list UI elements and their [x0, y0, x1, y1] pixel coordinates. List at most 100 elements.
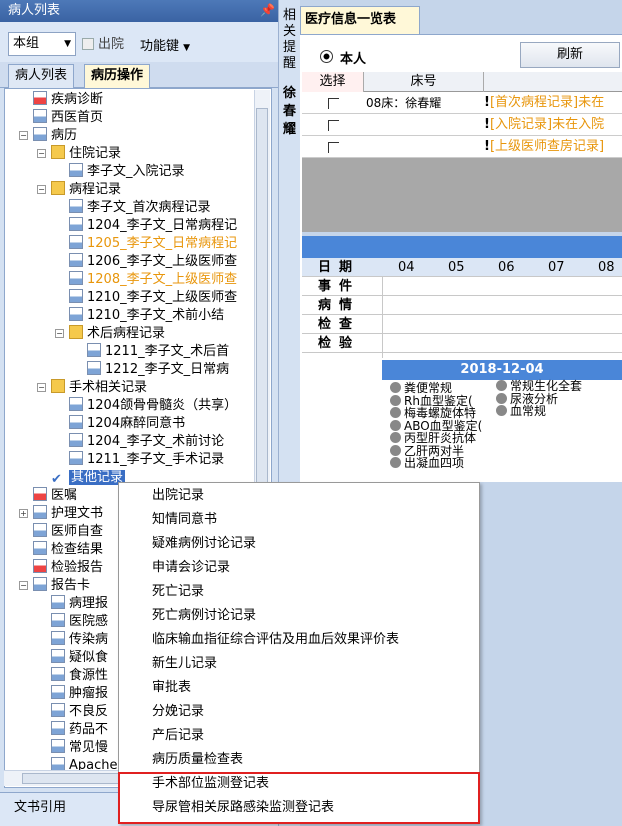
document-icon — [51, 631, 65, 645]
menu-item[interactable]: 产后记录 — [152, 726, 204, 746]
cal-day[interactable]: 06 — [498, 258, 515, 277]
tree-node[interactable]: 1204_李子文_术前讨论 — [69, 433, 224, 451]
tree-node[interactable]: 病理报 — [51, 595, 108, 613]
tree-node[interactable]: 1210_李子文_上级医师查 — [69, 289, 237, 307]
tree-node[interactable]: 医院感 — [51, 613, 108, 631]
check-icon: ✔ — [51, 472, 62, 487]
row-checkbox[interactable] — [328, 98, 339, 109]
lab-item[interactable]: ABO血型鉴定( — [390, 419, 482, 432]
tree-node[interactable]: 传染病 — [51, 631, 108, 649]
tree-node[interactable]: 1210_李子文_术前小结 — [69, 307, 224, 325]
tree-node[interactable]: 药品不 — [51, 721, 108, 739]
tree-node-label: 药品不 — [69, 722, 109, 737]
tree-node[interactable]: 1204颌骨骨髓炎（共享） — [69, 397, 237, 415]
document-icon — [33, 523, 47, 537]
tree-node[interactable]: 疾病诊断 — [33, 91, 103, 109]
expand-toggle[interactable]: + — [19, 509, 28, 518]
tree-node[interactable]: 手术相关记录 — [51, 379, 147, 397]
tree-node[interactable]: 李子文_入院记录 — [69, 163, 185, 181]
reminder-char: 提 — [283, 40, 297, 55]
tree-node[interactable]: 1211_李子文_术后首 — [87, 343, 229, 361]
tree-node[interactable]: 不良反 — [51, 703, 108, 721]
tree-node[interactable]: 常见慢 — [51, 739, 108, 757]
lab-item[interactable]: 血常规 — [496, 405, 546, 417]
collapse-toggle[interactable]: − — [55, 329, 64, 338]
tree-node[interactable]: 1211_李子文_手术记录 — [69, 451, 224, 469]
tree-node[interactable]: 李子文_首次病程记录 — [69, 199, 211, 217]
row-checkbox[interactable] — [328, 120, 339, 131]
tree-node[interactable]: 1204_李子文_日常病程记 — [69, 217, 237, 235]
tree-node[interactable]: 术后病程记录 — [69, 325, 165, 343]
circle-icon — [496, 392, 507, 404]
tree-node[interactable]: 食源性 — [51, 667, 108, 685]
tree-node[interactable]: 医嘱 — [33, 487, 77, 505]
document-icon — [69, 415, 83, 429]
tree-node[interactable]: 西医首页 — [33, 109, 103, 127]
tree-node[interactable]: 1208_李子文_上级医师查 — [69, 271, 237, 289]
menu-item[interactable]: 疑难病例讨论记录 — [152, 534, 256, 554]
lab-item[interactable]: 粪便常规 — [390, 382, 452, 394]
collapse-toggle[interactable]: − — [19, 131, 28, 140]
collapse-toggle[interactable]: − — [19, 581, 28, 590]
menu-item[interactable]: 审批表 — [152, 678, 191, 698]
collapse-toggle[interactable]: − — [37, 185, 46, 194]
collapse-toggle[interactable]: − — [37, 149, 46, 158]
cal-day[interactable]: 07 — [548, 258, 565, 277]
tab-patient-list[interactable]: 病人列表 — [8, 64, 75, 88]
document-icon — [51, 613, 65, 627]
tree-node[interactable]: 报告卡 — [33, 577, 90, 595]
tree-node[interactable]: 1212_李子文_日常病 — [87, 361, 229, 379]
self-radio[interactable] — [320, 50, 333, 63]
document-icon — [69, 289, 83, 303]
doc-reference-label[interactable]: 文书引用 — [14, 796, 66, 815]
menu-item[interactable]: 申请会诊记录 — [152, 558, 230, 578]
function-keys-menu[interactable]: 功能键 ▼ — [140, 35, 190, 54]
menu-item[interactable]: 分娩记录 — [152, 702, 204, 722]
tree-node[interactable]: 病历 — [33, 127, 77, 145]
lab-item[interactable]: 出凝血四项 — [390, 457, 464, 469]
lab-item[interactable]: 丙型肝炎抗体 — [390, 432, 476, 444]
tree-node[interactable]: 疑似食 — [51, 649, 108, 667]
document-icon — [33, 91, 47, 105]
circle-icon — [496, 405, 507, 416]
tree-node-label: 常见慢 — [69, 740, 109, 755]
tree-node[interactable]: 护理文书 — [33, 505, 103, 523]
tree-node[interactable]: ✔ 其他记录 — [51, 469, 126, 487]
tree-node[interactable]: 住院记录 — [51, 145, 121, 163]
tree-node[interactable]: 肿瘤报 — [51, 685, 108, 703]
tree-node[interactable]: 1206_李子文_上级医师查 — [69, 253, 237, 271]
document-icon — [33, 487, 47, 501]
lab-item[interactable]: 梅毒螺旋体特 — [390, 407, 476, 419]
row-note: ![入院记录]未在入院 — [484, 117, 605, 132]
menu-item[interactable]: 死亡病例讨论记录 — [152, 606, 256, 626]
collapse-toggle[interactable]: − — [37, 383, 46, 392]
tree-node-label: 李子文_入院记录 — [87, 164, 185, 179]
tree-node[interactable]: 1204麻醉同意书 — [69, 415, 185, 433]
menu-item[interactable]: 知情同意书 — [152, 510, 217, 530]
cal-day[interactable]: 05 — [448, 258, 465, 277]
menu-item[interactable]: 新生儿记录 — [152, 654, 217, 674]
tree-node[interactable]: 1205_李子文_日常病程记 — [69, 235, 237, 253]
cal-day[interactable]: 08 — [598, 258, 615, 277]
lab-item[interactable]: 常规生化全套 — [496, 380, 582, 392]
tab-medical-overview[interactable]: 医疗信息一览表 — [300, 6, 420, 34]
tree-node[interactable]: 病程记录 — [51, 181, 121, 199]
tree-node[interactable]: 检验报告 — [33, 559, 103, 577]
menu-item[interactable]: 出院记录 — [152, 486, 204, 506]
menu-item[interactable]: 临床输血指征综合评估及用血后效果评价表 — [152, 630, 399, 650]
menu-item[interactable]: 死亡记录 — [152, 582, 204, 602]
tree-node[interactable]: 检查结果 — [33, 541, 103, 559]
scope-select[interactable]: 本组 ▼ — [8, 32, 76, 56]
discharge-checkbox[interactable] — [82, 38, 94, 50]
lab-item[interactable]: 尿液分析 — [496, 392, 558, 405]
cal-day[interactable]: 04 — [398, 258, 415, 277]
tree-node[interactable]: 医师自查 — [33, 523, 103, 541]
lab-item[interactable]: Rh血型鉴定( — [390, 394, 473, 407]
refresh-button[interactable]: 刷新 — [520, 42, 620, 68]
lab-item[interactable]: 乙肝两对半 — [390, 444, 464, 457]
row-checkbox[interactable] — [328, 142, 339, 153]
tab-record-ops[interactable]: 病历操作 — [84, 64, 151, 88]
menu-item[interactable]: 病历质量检查表 — [152, 750, 243, 770]
document-icon — [69, 235, 83, 249]
tree-node-label: 医师自查 — [51, 524, 104, 539]
